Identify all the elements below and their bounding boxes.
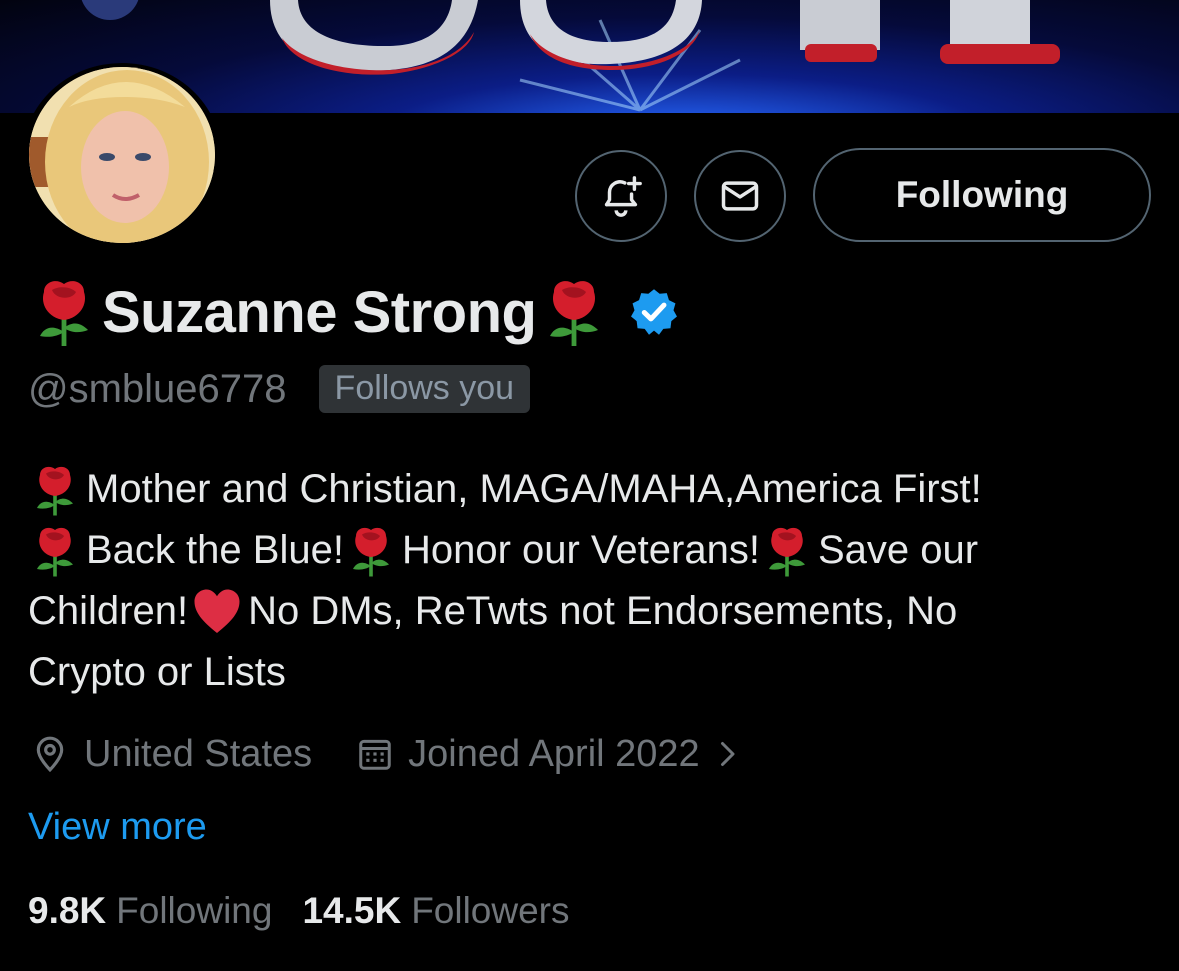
followers-label: Followers xyxy=(411,890,570,931)
location-item: United States xyxy=(30,733,312,776)
bio-line: Back the Blue! Honor our Veterans! Save … xyxy=(28,520,1148,581)
profile-avatar[interactable] xyxy=(23,63,221,247)
profile-meta: United States Joined April 2022 xyxy=(30,728,756,780)
envelope-icon xyxy=(721,181,759,211)
avatar-photo xyxy=(29,67,215,243)
profile-bio: Mother and Christian, MAGA/MAHA,America … xyxy=(28,459,1148,703)
chevron-right-icon xyxy=(720,742,735,766)
bell-plus-icon xyxy=(604,176,642,217)
rose-icon xyxy=(37,466,73,515)
following-label: Following xyxy=(116,890,273,931)
joined-item[interactable]: Joined April 2022 xyxy=(356,733,756,776)
location-text: United States xyxy=(84,732,313,775)
follows-you-badge: Follows you xyxy=(318,365,531,413)
joined-text: Joined April 2022 xyxy=(408,732,700,775)
rose-icon xyxy=(550,281,599,346)
following-stat[interactable]: 9.8K Following xyxy=(28,890,272,932)
view-more-link[interactable]: View more xyxy=(28,806,207,849)
display-name: Suzanne Strong xyxy=(102,279,537,345)
notifications-button[interactable] xyxy=(575,150,667,242)
handle-row: @smblue6778 Follows you xyxy=(28,362,531,416)
following-button[interactable]: Following xyxy=(813,148,1151,242)
location-pin-icon xyxy=(36,736,64,773)
user-handle: @smblue6778 xyxy=(28,366,287,411)
bio-text: Crypto or Lists xyxy=(28,650,286,694)
bio-line: Mother and Christian, MAGA/MAHA,America … xyxy=(28,459,1148,520)
rose-icon xyxy=(37,527,73,576)
bio-text: Back the Blue! xyxy=(86,528,344,572)
following-count: 9.8K xyxy=(28,890,107,931)
bio-text: Children! xyxy=(28,589,189,633)
bio-text: No DMs, ReTwts not Endorsements, No xyxy=(248,589,958,633)
verified-badge-icon[interactable] xyxy=(628,286,680,338)
bio-line: Children! No DMs, ReTwts not Endorsement… xyxy=(28,581,1148,642)
rose-icon xyxy=(40,281,88,346)
rose-icon xyxy=(352,527,389,576)
red-heart-icon xyxy=(194,589,240,633)
message-button[interactable] xyxy=(694,150,786,242)
followers-stat[interactable]: 14.5K Followers xyxy=(302,890,569,932)
followers-count: 14.5K xyxy=(302,890,402,931)
bio-text: Mother and Christian, MAGA/MAHA,America … xyxy=(86,467,982,511)
rose-icon xyxy=(768,527,805,576)
profile-stats: 9.8K Following 14.5K Followers xyxy=(28,890,570,932)
profile-name-row: Suzanne Strong xyxy=(28,272,680,352)
bio-text: Save our xyxy=(817,528,979,572)
bio-text: Honor our Veterans! xyxy=(401,528,760,572)
calendar-icon xyxy=(359,739,391,770)
bio-line: Crypto or Lists xyxy=(28,642,1148,703)
